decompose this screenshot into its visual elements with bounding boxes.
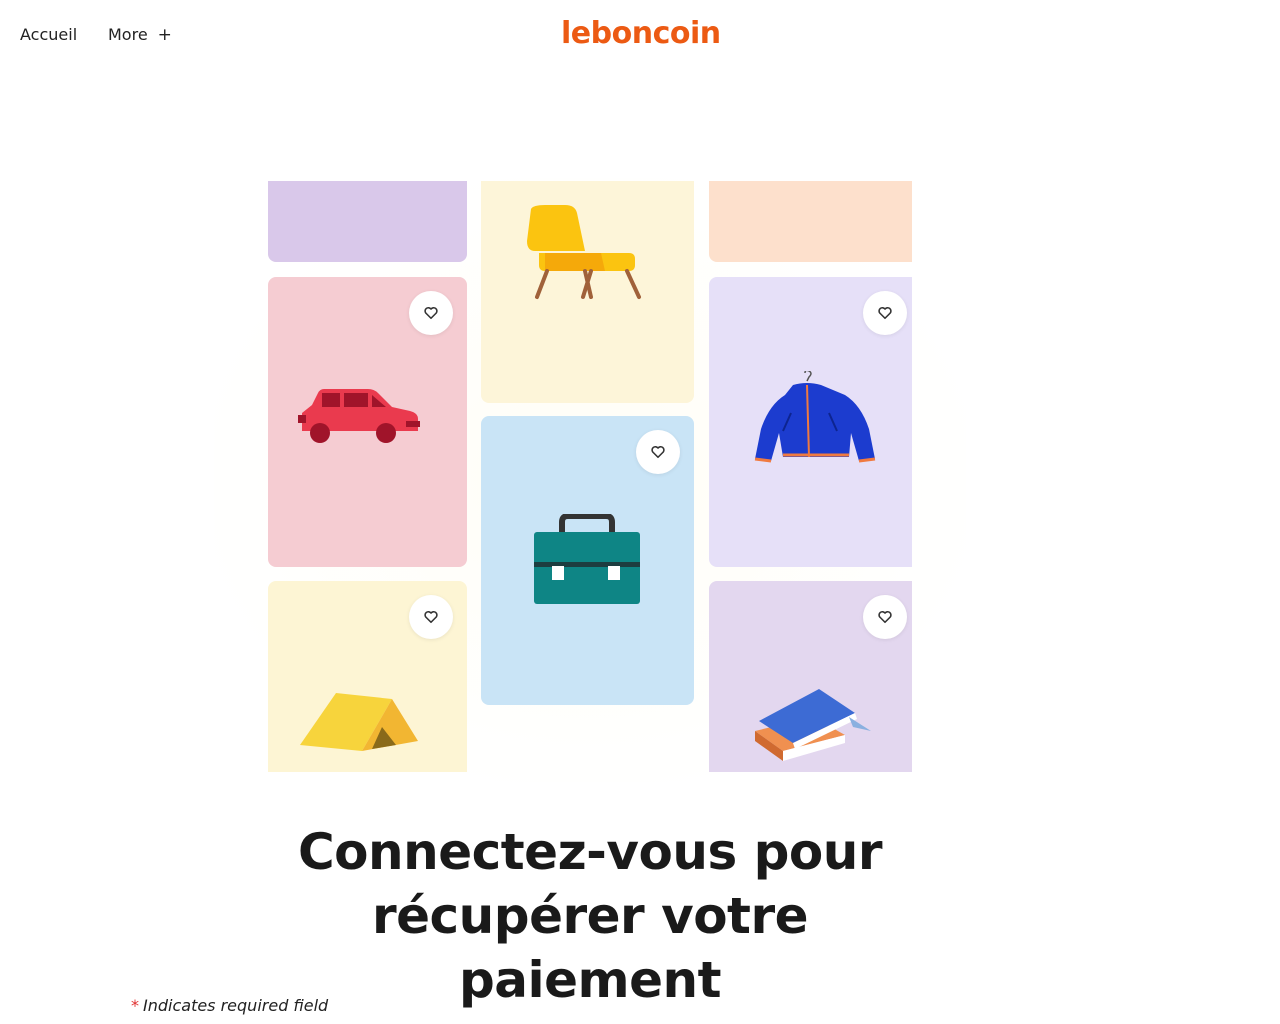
card-lilac <box>268 181 467 262</box>
favorite-heart-icon[interactable] <box>409 291 453 335</box>
plus-icon: + <box>157 25 172 45</box>
required-asterisk: * <box>131 996 139 1015</box>
card-briefcase <box>481 416 694 705</box>
page-title: Connectez-vous pour récupérer votre paie… <box>240 820 940 1012</box>
books-icon <box>755 689 871 761</box>
card-chair <box>481 181 694 403</box>
tent-icon <box>300 693 418 751</box>
nav-more-label: More <box>108 25 148 44</box>
top-navigation: Accueil More + leboncoin <box>0 0 1280 72</box>
required-note-text: Indicates required field <box>143 996 329 1015</box>
leboncoin-logo[interactable]: leboncoin <box>561 16 721 51</box>
required-field-note: * Indicates required field <box>131 996 328 1015</box>
car-icon <box>298 389 420 443</box>
favorite-heart-icon[interactable] <box>409 595 453 639</box>
briefcase-icon <box>534 514 640 604</box>
nav-home-link[interactable]: Accueil <box>20 25 77 44</box>
jacket-icon <box>754 371 876 463</box>
favorite-heart-icon[interactable] <box>863 291 907 335</box>
card-books <box>709 581 912 772</box>
card-peach <box>709 181 912 262</box>
chair-icon <box>527 205 641 299</box>
page-title-line-1: Connectez-vous pour <box>297 823 883 881</box>
nav-more-menu[interactable]: More + <box>108 25 172 45</box>
card-car <box>268 277 467 567</box>
favorite-heart-icon[interactable] <box>636 430 680 474</box>
card-jacket <box>709 277 912 567</box>
hero-illustration <box>214 178 966 782</box>
page-title-line-2: récupérer votre paiement <box>371 887 809 1009</box>
card-tent <box>268 581 467 772</box>
favorite-heart-icon[interactable] <box>863 595 907 639</box>
